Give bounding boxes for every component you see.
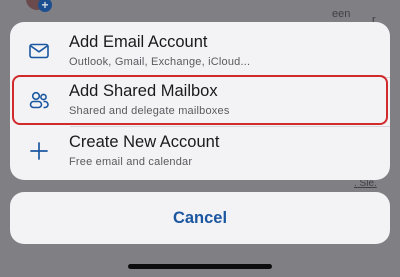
action-sheet: Add Email Account Outlook, Gmail, Exchan… bbox=[10, 22, 390, 180]
option-title: Add Email Account bbox=[69, 33, 208, 51]
background-text-fragment: een bbox=[332, 8, 351, 20]
option-subtitle: Free email and calendar bbox=[69, 156, 193, 168]
option-title: Add Shared Mailbox bbox=[69, 82, 218, 100]
add-email-account-option[interactable]: Add Email Account Outlook, Gmail, Exchan… bbox=[10, 26, 390, 76]
create-new-account-option[interactable]: Create New Account Free email and calend… bbox=[10, 126, 390, 176]
option-subtitle: Outlook, Gmail, Exchange, iCloud... bbox=[69, 56, 251, 68]
cancel-label: Cancel bbox=[172, 208, 228, 227]
people-icon bbox=[29, 91, 49, 109]
home-indicator[interactable] bbox=[128, 264, 272, 269]
option-title: Create New Account bbox=[69, 133, 220, 151]
add-account-badge-icon: + bbox=[38, 0, 52, 12]
option-subtitle: Shared and delegate mailboxes bbox=[69, 105, 230, 117]
cancel-button[interactable]: Cancel bbox=[10, 192, 390, 244]
add-shared-mailbox-option[interactable]: Add Shared Mailbox Shared and delegate m… bbox=[10, 75, 390, 125]
envelope-icon bbox=[29, 43, 49, 59]
plus-icon bbox=[30, 142, 48, 160]
